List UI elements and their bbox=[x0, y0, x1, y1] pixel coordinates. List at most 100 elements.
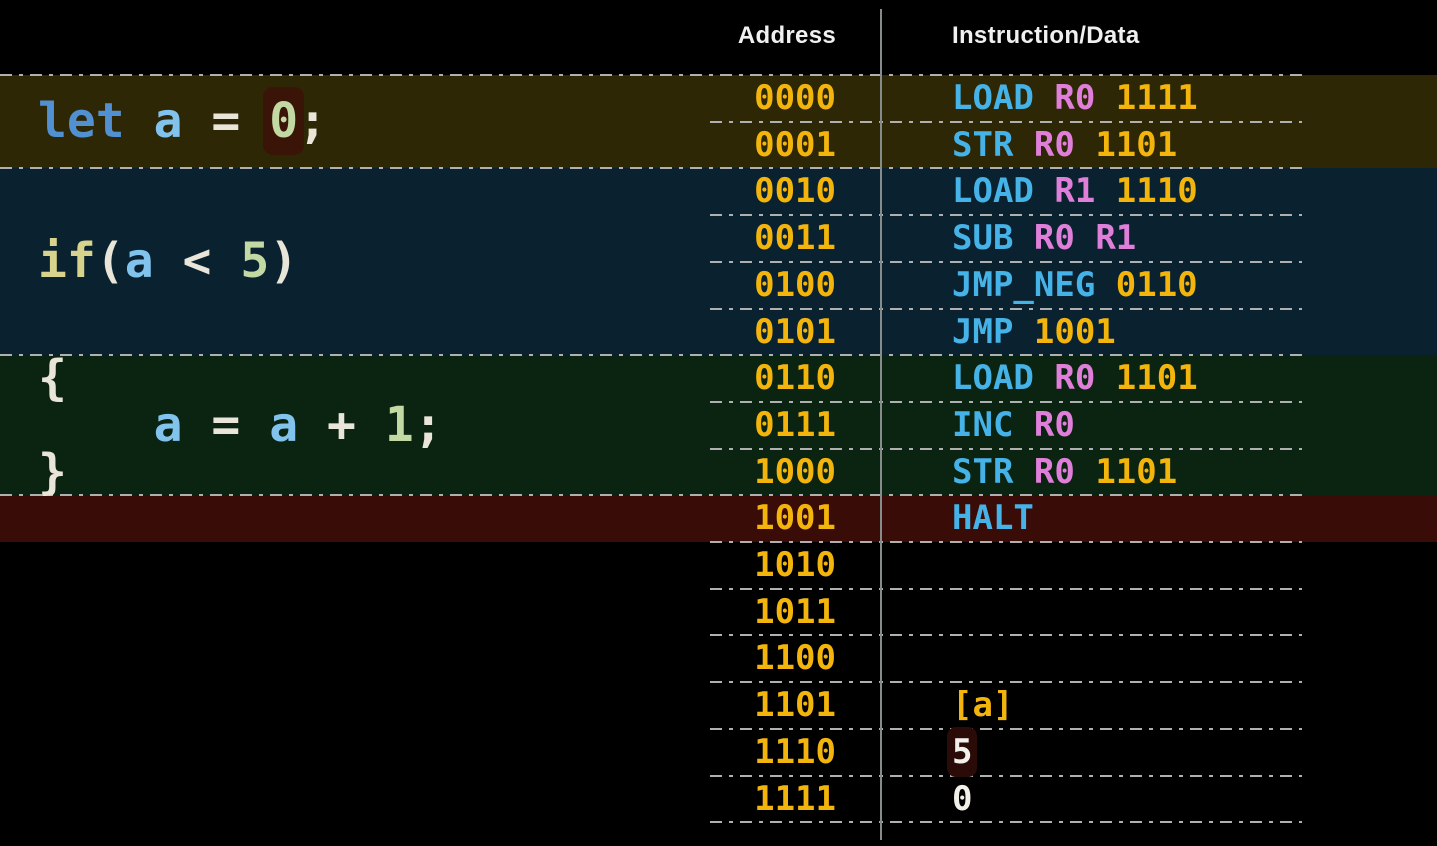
instruction-token: 1101 bbox=[1095, 125, 1177, 165]
instruction-token: STR bbox=[952, 125, 1034, 165]
memory-address: 0011 bbox=[640, 215, 836, 262]
source-token bbox=[240, 93, 269, 149]
instruction-token: R0 bbox=[1054, 78, 1115, 118]
instruction-token: 1110 bbox=[1116, 171, 1198, 211]
instruction-token: 0110 bbox=[1116, 265, 1198, 305]
instruction-token: LOAD bbox=[952, 358, 1054, 398]
memory-instruction: JMP_NEG 0110 bbox=[952, 262, 1198, 309]
instruction-token: HALT bbox=[952, 498, 1034, 538]
source-token: 0 bbox=[269, 93, 298, 149]
source-token bbox=[240, 397, 269, 453]
source-token: a bbox=[154, 397, 183, 453]
source-token: 1 bbox=[385, 397, 414, 453]
memory-instruction: LOAD R0 1101 bbox=[952, 355, 1198, 402]
memory-instruction: INC R0 bbox=[952, 402, 1075, 449]
memory-address: 1010 bbox=[640, 542, 836, 589]
memory-address: 0111 bbox=[640, 402, 836, 449]
address-column-header: Address bbox=[640, 20, 836, 52]
source-token: ( bbox=[96, 233, 125, 289]
instruction-token: 0 bbox=[952, 779, 972, 819]
source-token: ; bbox=[414, 397, 443, 453]
source-token: a bbox=[154, 93, 183, 149]
memory-address: 1000 bbox=[640, 449, 836, 496]
instruction-column-header: Instruction/Data bbox=[952, 20, 1139, 52]
instruction-token: JMP_NEG bbox=[952, 265, 1116, 305]
source-line: if(a < 5) bbox=[38, 238, 298, 285]
instruction-token: SUB bbox=[952, 218, 1034, 258]
memory-row-1100: 1100 bbox=[0, 635, 1437, 682]
instruction-token: R0 bbox=[1054, 358, 1115, 398]
source-token: a bbox=[125, 233, 154, 289]
memory-instruction: 0 bbox=[952, 776, 972, 823]
memory-row-1101: 1101 [a] bbox=[0, 682, 1437, 729]
source-token: } bbox=[38, 444, 67, 500]
instruction-token: STR bbox=[952, 452, 1034, 492]
source-code-init: let a = 0; bbox=[38, 75, 327, 168]
instruction-token: INC bbox=[952, 405, 1034, 445]
memory-row-1111: 1111 0 bbox=[0, 776, 1437, 823]
source-token: ; bbox=[298, 93, 327, 149]
memory-address: 1111 bbox=[640, 776, 836, 823]
instruction-token: R0 bbox=[1034, 218, 1095, 258]
instruction-token: 1101 bbox=[1116, 358, 1198, 398]
memory-row-1011: 1011 bbox=[0, 589, 1437, 636]
instruction-token: 1101 bbox=[1095, 452, 1177, 492]
memory-address: 1001 bbox=[640, 495, 836, 542]
memory-instruction: [a] bbox=[952, 682, 1013, 729]
memory-row-1010: 1010 bbox=[0, 542, 1437, 589]
source-code-condition: if(a < 5) bbox=[38, 168, 298, 355]
instruction-token: 1001 bbox=[1034, 312, 1116, 352]
source-token: ) bbox=[269, 233, 298, 289]
source-line: { bbox=[38, 355, 443, 402]
memory-instruction: LOAD R0 1111 bbox=[952, 75, 1198, 122]
instruction-token: JMP bbox=[952, 312, 1034, 352]
source-code-loop-body: { a = a + 1;} bbox=[38, 355, 443, 495]
source-token bbox=[183, 397, 212, 453]
memory-row-1110: 1110 5 bbox=[0, 729, 1437, 776]
memory-instruction: STR R0 1101 bbox=[952, 122, 1177, 169]
instruction-token: [a] bbox=[952, 685, 1013, 725]
memory-instruction: STR R0 1101 bbox=[952, 449, 1177, 496]
memory-address: 1101 bbox=[640, 682, 836, 729]
memory-address: 0110 bbox=[640, 355, 836, 402]
memory-address: 1011 bbox=[640, 589, 836, 636]
source-token: < bbox=[183, 233, 212, 289]
instruction-token: R1 bbox=[1095, 218, 1136, 258]
source-token bbox=[298, 397, 327, 453]
code-to-memory-diagram: Address Instruction/Data 0000LOAD R0 111… bbox=[0, 0, 1437, 846]
source-token: 5 bbox=[240, 233, 269, 289]
memory-instruction: LOAD R1 1110 bbox=[952, 168, 1198, 215]
memory-instruction: SUB R0 R1 bbox=[952, 215, 1136, 262]
instruction-token: R0 bbox=[1034, 405, 1075, 445]
source-token: a bbox=[269, 397, 298, 453]
source-token bbox=[211, 233, 240, 289]
source-token: let bbox=[38, 93, 125, 149]
source-line: a = a + 1; bbox=[38, 402, 443, 449]
instruction-token: 5 bbox=[952, 732, 972, 772]
source-token: = bbox=[211, 397, 240, 453]
memory-address: 1110 bbox=[640, 729, 836, 776]
memory-address: 0101 bbox=[640, 309, 836, 356]
instruction-token: R0 bbox=[1034, 125, 1095, 165]
source-token bbox=[183, 93, 212, 149]
memory-address: 1100 bbox=[640, 635, 836, 682]
source-token bbox=[125, 93, 154, 149]
instruction-token: 1111 bbox=[1116, 78, 1198, 118]
instruction-token: R0 bbox=[1034, 452, 1095, 492]
memory-instruction: JMP 1001 bbox=[952, 309, 1116, 356]
memory-address: 0001 bbox=[640, 122, 836, 169]
memory-address: 0010 bbox=[640, 168, 836, 215]
instruction-token: LOAD bbox=[952, 171, 1054, 211]
memory-instruction: 5 bbox=[952, 729, 972, 776]
memory-address: 0000 bbox=[640, 75, 836, 122]
instruction-token: LOAD bbox=[952, 78, 1054, 118]
source-token: if bbox=[38, 233, 96, 289]
source-token: = bbox=[211, 93, 240, 149]
memory-address: 0100 bbox=[640, 262, 836, 309]
source-token bbox=[356, 397, 385, 453]
source-token: + bbox=[327, 397, 356, 453]
source-line: } bbox=[38, 449, 443, 496]
memory-instruction: HALT bbox=[952, 495, 1034, 542]
instruction-token: R1 bbox=[1054, 171, 1115, 211]
source-line: let a = 0; bbox=[38, 98, 327, 145]
